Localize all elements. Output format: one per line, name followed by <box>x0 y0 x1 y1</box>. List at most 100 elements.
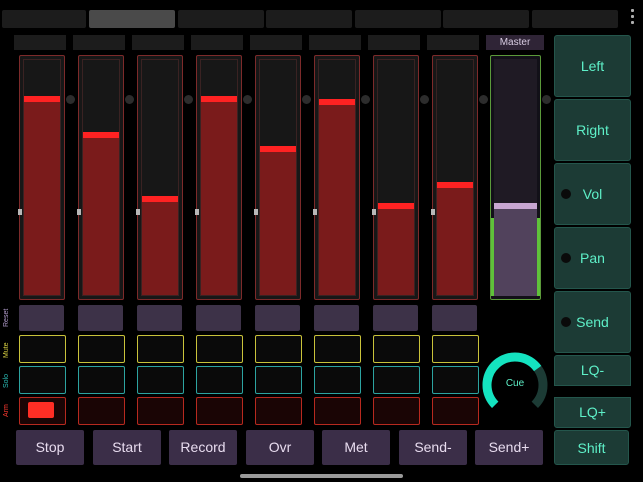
channel-4-solo-button[interactable] <box>196 366 243 394</box>
fader-handle <box>141 196 179 202</box>
mute-row-label: Mute <box>3 342 10 358</box>
fader-handle <box>259 146 297 152</box>
channel-7-fader[interactable] <box>373 55 419 300</box>
channel-7-mute-button[interactable] <box>373 335 420 363</box>
fader-handle <box>200 96 238 102</box>
arm-row-label: Arm <box>3 404 10 417</box>
channel-5-solo-button[interactable] <box>255 366 302 394</box>
channel-8-mute-button[interactable] <box>432 335 479 363</box>
channel-7-arm-button[interactable] <box>373 397 420 425</box>
send-indicator-icon <box>561 317 571 327</box>
vol-label: Vol <box>582 186 603 202</box>
channel-3-solo-button[interactable] <box>137 366 184 394</box>
channel-3-arm-button[interactable] <box>137 397 184 425</box>
send-label: Send <box>576 314 609 330</box>
channel-2-solo-button[interactable] <box>78 366 125 394</box>
shift-button[interactable]: Shift <box>554 430 629 465</box>
channel-2-reset-button[interactable] <box>78 305 123 331</box>
channel-6-select-dot[interactable] <box>361 95 370 104</box>
channel-1-select-dot[interactable] <box>66 95 75 104</box>
fader-fill <box>259 149 297 296</box>
pan-button[interactable]: Pan <box>554 227 631 289</box>
top-tab-3[interactable] <box>178 10 264 28</box>
channel-8-label <box>427 35 479 50</box>
channel-6-solo-button[interactable] <box>314 366 361 394</box>
channel-1-solo-button[interactable] <box>19 366 66 394</box>
arm-active-indicator <box>28 402 54 418</box>
send-button[interactable]: Send <box>554 291 631 353</box>
channel-2-mute-button[interactable] <box>78 335 125 363</box>
ovr-button[interactable]: Ovr <box>246 430 314 465</box>
cue-label: Cue <box>505 378 525 389</box>
fader-handle <box>436 182 474 188</box>
fader-fill <box>377 206 415 296</box>
channel-4-mute-button[interactable] <box>196 335 243 363</box>
channel-8-arm-button[interactable] <box>432 397 479 425</box>
fader-fill <box>318 102 356 296</box>
lq-minus-button[interactable]: LQ- <box>554 355 631 386</box>
channel-3-mute-button[interactable] <box>137 335 184 363</box>
channel-3-select-dot[interactable] <box>184 95 193 104</box>
left-button[interactable]: Left <box>554 35 631 97</box>
top-tab-6[interactable] <box>443 10 529 28</box>
channel-2-fader[interactable] <box>78 55 124 300</box>
top-tab-5[interactable] <box>355 10 441 28</box>
reset-row-label: Reset <box>3 308 10 327</box>
pan-indicator-icon <box>561 253 571 263</box>
channel-7-select-dot[interactable] <box>420 95 429 104</box>
channel-5-fader[interactable] <box>255 55 301 300</box>
channel-8-solo-button[interactable] <box>432 366 479 394</box>
channel-3-fader[interactable] <box>137 55 183 300</box>
channel-7-label <box>368 35 420 50</box>
top-tab-1[interactable] <box>2 10 86 28</box>
send-button[interactable]: Send- <box>399 430 467 465</box>
vol-button[interactable]: Vol <box>554 163 631 225</box>
channel-4-reset-button[interactable] <box>196 305 241 331</box>
channel-6-arm-button[interactable] <box>314 397 361 425</box>
channel-3-reset-button[interactable] <box>137 305 182 331</box>
channel-1-reset-button[interactable] <box>19 305 64 331</box>
channel-6-fader[interactable] <box>314 55 360 300</box>
top-tab-4[interactable] <box>266 10 352 28</box>
channel-4-arm-button[interactable] <box>196 397 243 425</box>
channel-5-select-dot[interactable] <box>302 95 311 104</box>
channel-2-select-dot[interactable] <box>125 95 134 104</box>
channel-2-label <box>73 35 125 50</box>
channel-4-select-dot[interactable] <box>243 95 252 104</box>
stop-button[interactable]: Stop <box>16 430 84 465</box>
channel-1-label <box>14 35 66 50</box>
channel-7-solo-button[interactable] <box>373 366 420 394</box>
channel-5-mute-button[interactable] <box>255 335 302 363</box>
channel-1-peak-marker <box>18 209 22 215</box>
top-tab-2[interactable] <box>89 10 175 28</box>
channel-8-reset-button[interactable] <box>432 305 477 331</box>
fader-fill <box>23 99 61 296</box>
menu-icon[interactable] <box>631 9 634 27</box>
master-fader[interactable] <box>490 55 541 300</box>
channel-6-mute-button[interactable] <box>314 335 361 363</box>
channel-1-fader[interactable] <box>19 55 65 300</box>
right-button[interactable]: Right <box>554 99 631 161</box>
channel-5-arm-button[interactable] <box>255 397 302 425</box>
top-tab-7[interactable] <box>532 10 618 28</box>
cue-knob[interactable]: Cue <box>482 352 548 418</box>
channel-8-select-dot[interactable] <box>479 95 488 104</box>
channel-5-reset-button[interactable] <box>255 305 300 331</box>
fader-handle <box>23 96 61 102</box>
start-button[interactable]: Start <box>93 430 161 465</box>
channel-8-fader[interactable] <box>432 55 478 300</box>
met-button[interactable]: Met <box>322 430 390 465</box>
send-button[interactable]: Send+ <box>475 430 543 465</box>
lq-plus-button[interactable]: LQ+ <box>554 397 631 428</box>
record-button[interactable]: Record <box>169 430 237 465</box>
channel-2-arm-button[interactable] <box>78 397 125 425</box>
channel-4-fader[interactable] <box>196 55 242 300</box>
fader-handle <box>377 203 415 209</box>
home-indicator[interactable] <box>240 474 403 478</box>
fader-fill <box>141 199 179 296</box>
channel-1-mute-button[interactable] <box>19 335 66 363</box>
channel-1-arm-button[interactable] <box>19 397 66 425</box>
channel-7-peak-marker <box>372 209 376 215</box>
channel-6-reset-button[interactable] <box>314 305 359 331</box>
channel-7-reset-button[interactable] <box>373 305 418 331</box>
